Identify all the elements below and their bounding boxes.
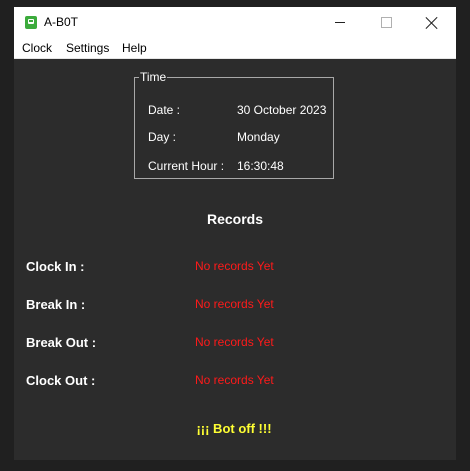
maximize-button[interactable] bbox=[363, 7, 409, 38]
bot-status-text: ¡¡¡ Bot off !!! bbox=[196, 421, 272, 436]
window-title: A-B0T bbox=[44, 15, 79, 29]
close-button[interactable] bbox=[409, 7, 455, 38]
maximize-icon bbox=[380, 17, 392, 28]
day-label: Day : bbox=[148, 130, 177, 144]
current-hour-value: 16:30:48 bbox=[237, 159, 284, 173]
menu-bar: Clock Settings Help bbox=[14, 38, 456, 59]
break-in-value: No records Yet bbox=[195, 297, 274, 311]
break-in-label: Break In : bbox=[26, 297, 86, 312]
app-logo-icon bbox=[25, 16, 37, 29]
menu-clock[interactable]: Clock bbox=[22, 41, 52, 55]
date-value: 30 October 2023 bbox=[237, 103, 327, 117]
date-label: Date : bbox=[148, 103, 181, 117]
time-group: Time Date : 30 October 2023 Day : Monday… bbox=[134, 70, 334, 179]
minimize-icon bbox=[335, 22, 345, 23]
app-window: A-B0T Clock Settings Help Time Date : 30… bbox=[14, 7, 456, 460]
clock-out-label: Clock Out : bbox=[26, 373, 96, 388]
menu-help[interactable]: Help bbox=[122, 41, 147, 55]
close-icon bbox=[426, 17, 438, 29]
menu-settings[interactable]: Settings bbox=[66, 41, 109, 55]
clock-in-value: No records Yet bbox=[195, 259, 274, 273]
break-out-value: No records Yet bbox=[195, 335, 274, 349]
clock-out-value: No records Yet bbox=[195, 373, 274, 387]
records-heading: Records bbox=[206, 211, 264, 227]
break-out-label: Break Out : bbox=[26, 335, 97, 350]
clock-in-label: Clock In : bbox=[26, 259, 85, 274]
minimize-button[interactable] bbox=[317, 7, 363, 38]
title-bar[interactable]: A-B0T bbox=[14, 7, 456, 38]
time-group-legend: Time bbox=[140, 70, 167, 84]
day-value: Monday bbox=[237, 130, 280, 144]
current-hour-label: Current Hour : bbox=[148, 159, 225, 173]
